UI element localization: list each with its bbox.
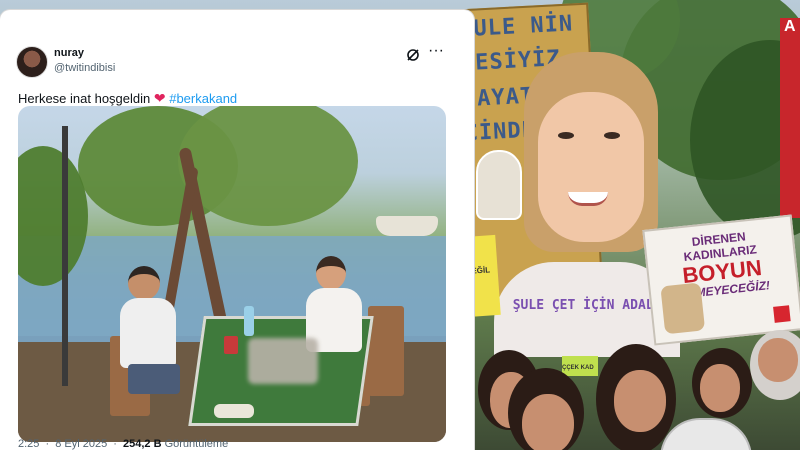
portrait-eye [604,132,620,139]
views-count[interactable]: 254,2 B [123,438,162,450]
photo-tree [178,106,358,226]
heart-emoji-icon: ❤ [153,90,166,106]
crowd-person-face [758,338,798,382]
man-legs [128,364,180,394]
display-name[interactable]: nuray [54,47,84,59]
username[interactable]: @twitindibisi [54,62,115,74]
grok-icon[interactable] [406,48,420,62]
tweet-text-main: Herkese inat hoşgeldin [18,91,154,106]
portrait-face [538,92,644,242]
crowd-person-face [522,394,574,450]
sign-left-line: ŞULE NİN [458,11,574,43]
man-head [128,266,160,300]
tweet-meta: 2:25 · 8 Eyl 2025 · 254,2 B Görüntüleme [18,438,228,450]
photo-chair [368,306,404,396]
sign-right-logo [773,305,791,323]
tweet-text: Herkese inat hoşgeldin ❤ #berkakand [18,90,237,107]
hashtag-link[interactable]: #berkakand [169,91,237,106]
photo-pole [62,126,68,386]
tweet-time[interactable]: 2:25 [18,438,39,450]
portrait-eye [558,132,574,139]
meta-separator: · [113,438,117,450]
photo-plate [214,404,254,418]
avatar[interactable] [16,46,48,78]
red-banner: A [780,18,800,218]
photo-boat [376,216,438,236]
crowd-person-face [614,370,666,432]
photo-cup [224,336,238,354]
photo-blurred-area [248,338,318,384]
tweet-card[interactable]: nuray @twitindibisi ··· Herkese inat hoş… [0,10,474,450]
tweet-photo[interactable] [18,106,446,442]
tweet-header: nuray @twitindibisi ··· [14,43,460,84]
sign-right-portrait [660,282,706,335]
photo-bottle [244,306,254,336]
crowd-person-face [700,364,740,412]
meta-separator: · [45,438,50,450]
more-options-icon[interactable]: ··· [426,43,446,64]
green-card: ÇÇEK KAD [562,356,598,376]
red-banner-text: A [784,18,796,35]
photo-man [114,266,184,396]
protest-sign-right: DİRENEN KADINLARIZ BOYUN EĞMEYECEĞİZ! [642,214,800,346]
woman-head [316,256,346,290]
views-label: Görüntüleme [164,438,229,450]
man-body [120,298,176,368]
green-card-text: ÇÇEK KAD [562,365,594,371]
tweet-date[interactable]: 8 Eyl 2025 [55,438,107,450]
